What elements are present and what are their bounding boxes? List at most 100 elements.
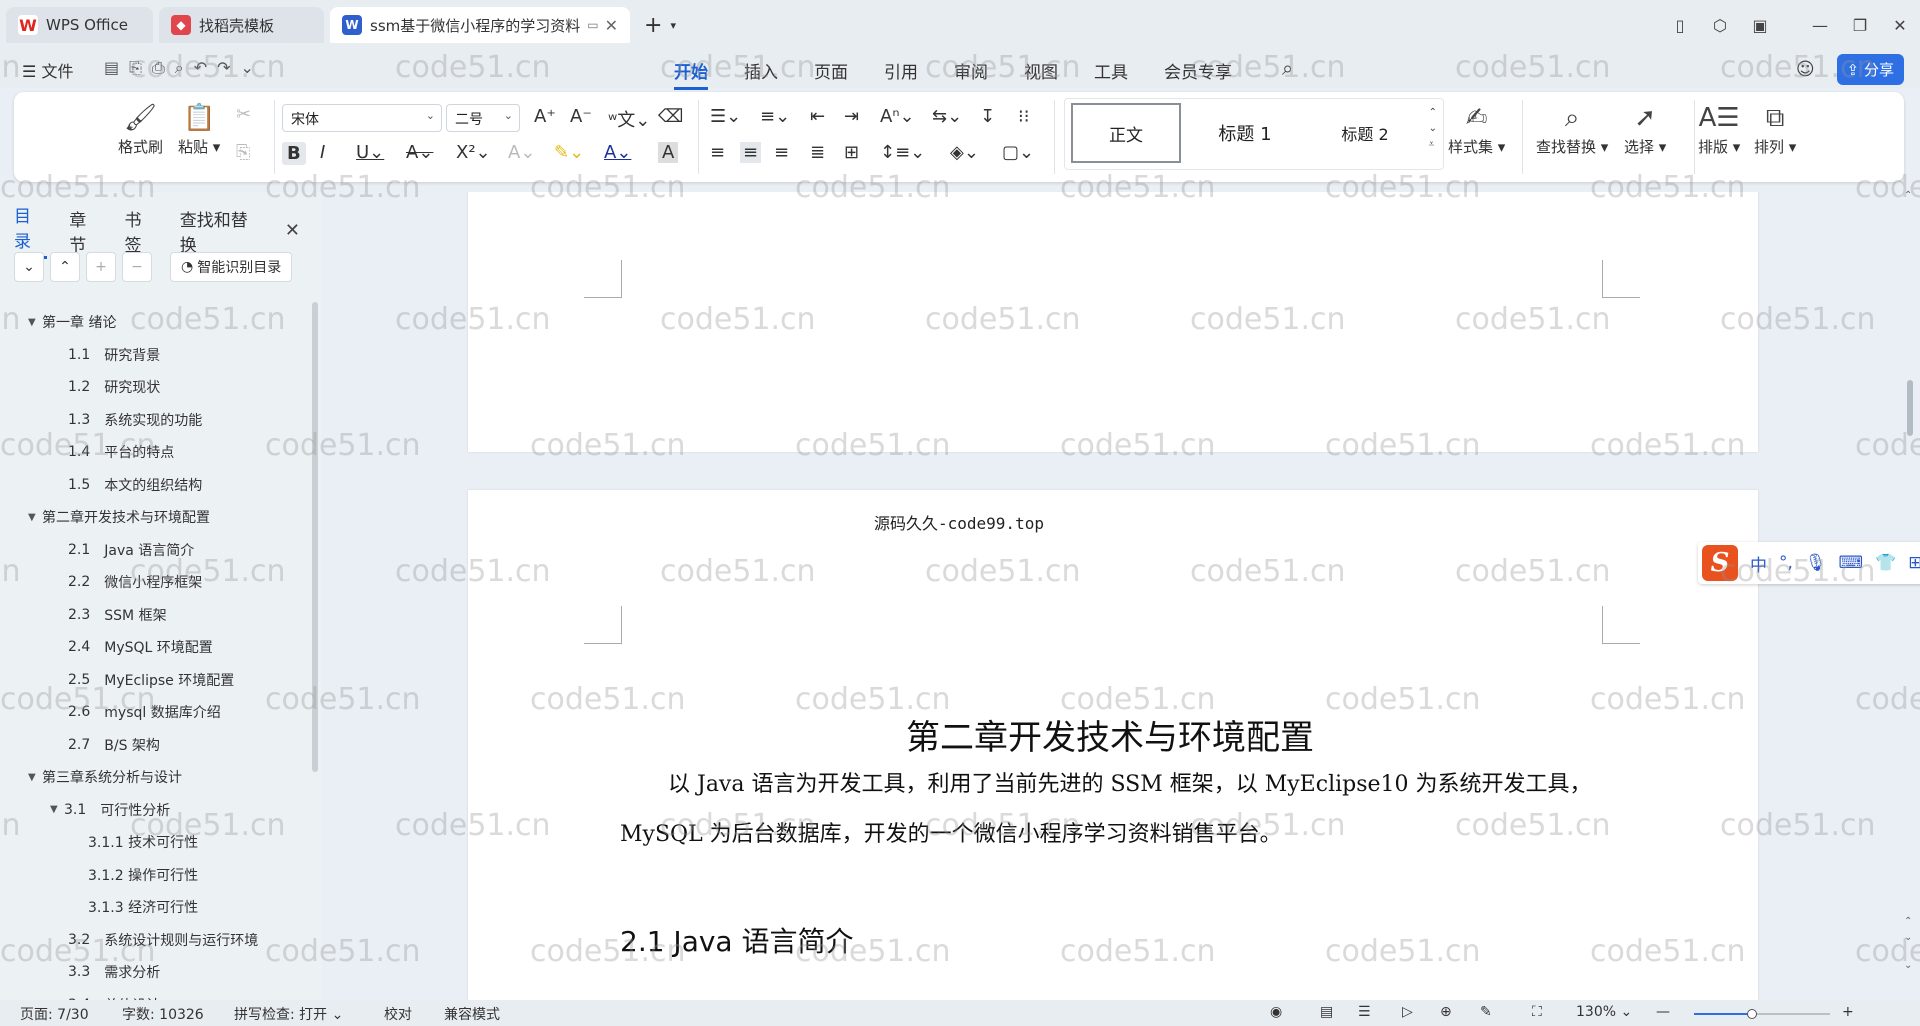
increase-indent-icon[interactable]: ⇥ <box>844 106 859 127</box>
menu-review[interactable]: 审阅 <box>954 58 988 90</box>
cube-icon[interactable]: ⬡ <box>1700 16 1740 35</box>
shrink-font-icon[interactable]: A⁻ <box>570 106 592 127</box>
menu-insert[interactable]: 插入 <box>744 58 778 90</box>
char-shading-icon[interactable]: A <box>658 142 679 163</box>
zoom-out-icon[interactable]: — <box>1656 1004 1670 1020</box>
expand-arrow-icon[interactable]: ▼ <box>28 512 42 523</box>
scroll-next-page-icon[interactable]: ⌄ <box>1904 932 1912 943</box>
toc-item[interactable]: 1.5 本文的组织结构 <box>0 469 312 502</box>
zoom-slider-handle[interactable] <box>1747 1009 1758 1019</box>
border-icon[interactable]: ▢⌄ <box>1002 142 1034 163</box>
style-normal[interactable]: 正文 <box>1071 103 1181 163</box>
layout-button[interactable]: A☰ 排版 ▾ <box>1698 100 1740 157</box>
text-direction-icon[interactable]: Aⁿ⌄ <box>880 106 915 127</box>
close-panel-icon[interactable]: ✕ <box>285 220 300 241</box>
tab-document[interactable]: W ssm基于微信小程序的学习资料 ▭ ✕ <box>330 7 630 43</box>
smart-toc-button[interactable]: ◔ 智能识别目录 <box>170 252 293 282</box>
distribute-icon[interactable]: ⊞ <box>844 142 859 163</box>
font-size-select[interactable]: 二号 ⌄ <box>446 104 520 132</box>
toc-item[interactable]: 2.1 Java 语言简介 <box>0 534 312 567</box>
justify-icon[interactable]: ≣ <box>810 142 825 163</box>
restore-icon[interactable]: ❐ <box>1840 16 1880 35</box>
menu-member[interactable]: 会员专享 <box>1164 58 1232 90</box>
nav-tab-find-replace[interactable]: 查找和替换 <box>180 206 263 256</box>
italic-button[interactable]: I <box>320 142 325 163</box>
sidebar-toggle-icon[interactable]: ▯ <box>1660 16 1700 35</box>
expand-arrow-icon[interactable]: ▼ <box>50 804 64 815</box>
scroll-thumb[interactable] <box>1907 380 1913 436</box>
microphone-icon[interactable]: 🎙 <box>1805 553 1827 573</box>
toc-item[interactable]: 3.1.2 操作可行性 <box>0 859 312 892</box>
collapse-down-button[interactable]: ⌄ <box>14 252 44 282</box>
numbered-list-icon[interactable]: ≡⌄ <box>760 106 790 127</box>
page-view-icon[interactable]: ▤ <box>1320 1004 1333 1020</box>
decrease-indent-icon[interactable]: ⇤ <box>810 106 825 127</box>
play-icon[interactable]: ▷ <box>1402 1004 1413 1020</box>
expand-arrow-icon[interactable]: ▼ <box>28 317 42 328</box>
arrange-button[interactable]: ⧉ 排列 ▾ <box>1754 100 1796 157</box>
toc-item[interactable]: ▼ 第二章开发技术与环境配置 <box>0 501 312 534</box>
toc-item[interactable]: 3.2 系统设计规则与运行环境 <box>0 924 312 957</box>
show-marks-icon[interactable]: ⁝⁝ <box>1018 106 1029 127</box>
toc-item[interactable]: 3.1.3 经济可行性 <box>0 891 312 924</box>
clear-format-icon[interactable]: ⌫ <box>658 106 683 127</box>
skin-icon[interactable]: 👕 <box>1875 553 1896 573</box>
toc-item[interactable]: 3.4总体设计 <box>0 989 312 1000</box>
strikethrough-button[interactable]: A⌄ <box>406 142 433 163</box>
toc-item[interactable]: 1.1 研究背景 <box>0 339 312 372</box>
font-name-select[interactable]: 宋体 ⌄ <box>282 104 442 132</box>
toc-item[interactable]: 3.1.1 技术可行性 <box>0 826 312 859</box>
page-current[interactable]: 源码久久-code99.top 第二章开发技术与环境配置 以 Java 语言为开… <box>468 490 1758 1000</box>
sort-az-icon[interactable]: ↧ <box>980 106 995 127</box>
web-view-icon[interactable]: ⊕ <box>1440 1004 1452 1020</box>
toc-item[interactable]: 2.2 微信小程序框架 <box>0 566 312 599</box>
style-set-button[interactable]: ✍ 样式集 ▾ <box>1448 100 1505 157</box>
nav-tab-toc[interactable]: 目录 <box>14 202 48 259</box>
paste-button[interactable]: 📋 粘贴 ▾ <box>178 100 220 157</box>
toc-item[interactable]: 2.6 mysql 数据库介绍 <box>0 696 312 729</box>
underline-button[interactable]: U⌄ <box>356 142 384 163</box>
toc-item[interactable]: 3.3 需求分析 <box>0 956 312 989</box>
copy-icon[interactable]: ⎘ <box>236 142 250 163</box>
export-icon[interactable]: ⎘ <box>129 58 152 77</box>
menu-page[interactable]: 页面 <box>814 58 848 90</box>
style-scroll-arrows[interactable]: ⌃ ⌄ ⩡ <box>1429 105 1437 153</box>
menu-view[interactable]: 视图 <box>1024 58 1058 90</box>
pen-icon[interactable]: ✎ <box>1480 1004 1492 1020</box>
minimize-icon[interactable]: — <box>1800 16 1840 35</box>
phonetic-guide-icon[interactable]: ʷ文⌄ <box>608 106 650 132</box>
print-preview-icon[interactable]: ⌕ <box>175 58 194 77</box>
search-icon[interactable]: ⌕ <box>1282 56 1293 80</box>
eye-protection-icon[interactable]: ◉ <box>1270 1004 1282 1020</box>
toc-item[interactable]: 2.5 MyEclipse 环境配置 <box>0 664 312 697</box>
toc-item[interactable]: 1.2 研究现状 <box>0 371 312 404</box>
add-heading-button[interactable]: + <box>86 252 116 282</box>
nav-tab-bookmarks[interactable]: 书签 <box>125 206 158 256</box>
save-icon[interactable]: ▤ <box>104 58 129 77</box>
menu-tools[interactable]: 工具 <box>1094 58 1128 90</box>
file-menu[interactable]: ☰ 文件 <box>22 58 73 82</box>
font-color-icon[interactable]: A⌄ <box>604 142 631 163</box>
ime-punct-toggle[interactable]: °, <box>1779 553 1793 573</box>
toc-item[interactable]: 2.7 B/S 架构 <box>0 729 312 762</box>
format-painter-button[interactable]: 🖌 格式刷 <box>118 100 163 157</box>
close-window-icon[interactable]: ✕ <box>1880 16 1920 35</box>
toc-item[interactable]: ▼ 第一章 绪论 <box>0 306 312 339</box>
zoom-in-icon[interactable]: + <box>1842 1004 1854 1020</box>
word-count[interactable]: 字数: 10326 <box>122 1004 204 1024</box>
chat-icon[interactable]: ☺ <box>1796 59 1815 80</box>
ime-mode-toggle[interactable]: 中 <box>1750 551 1767 576</box>
toc-item[interactable]: 1.4 平台的特点 <box>0 436 312 469</box>
line-spacing-icon[interactable]: ↕≡⌄ <box>880 142 925 163</box>
select-button[interactable]: ➚ 选择 ▾ <box>1624 100 1666 157</box>
undo-icon[interactable]: ↶ <box>194 58 217 77</box>
document-scrollbar[interactable]: ⌃ ⌃ ⌄ ⌄ <box>1904 190 1914 990</box>
scroll-prev-page-icon[interactable]: ⌃ <box>1904 916 1912 927</box>
zoom-select[interactable]: 130% ⌄ <box>1576 1004 1632 1020</box>
scroll-up-icon[interactable]: ⌃ <box>1904 190 1912 201</box>
text-effect-icon[interactable]: A⌄ <box>508 142 535 163</box>
bold-button[interactable]: B <box>282 142 306 165</box>
more-dropdown-icon[interactable]: ⌄ <box>241 58 264 77</box>
scroll-down-icon[interactable]: ⌄ <box>1904 960 1912 971</box>
shading-icon[interactable]: ◈⌄ <box>950 142 979 163</box>
